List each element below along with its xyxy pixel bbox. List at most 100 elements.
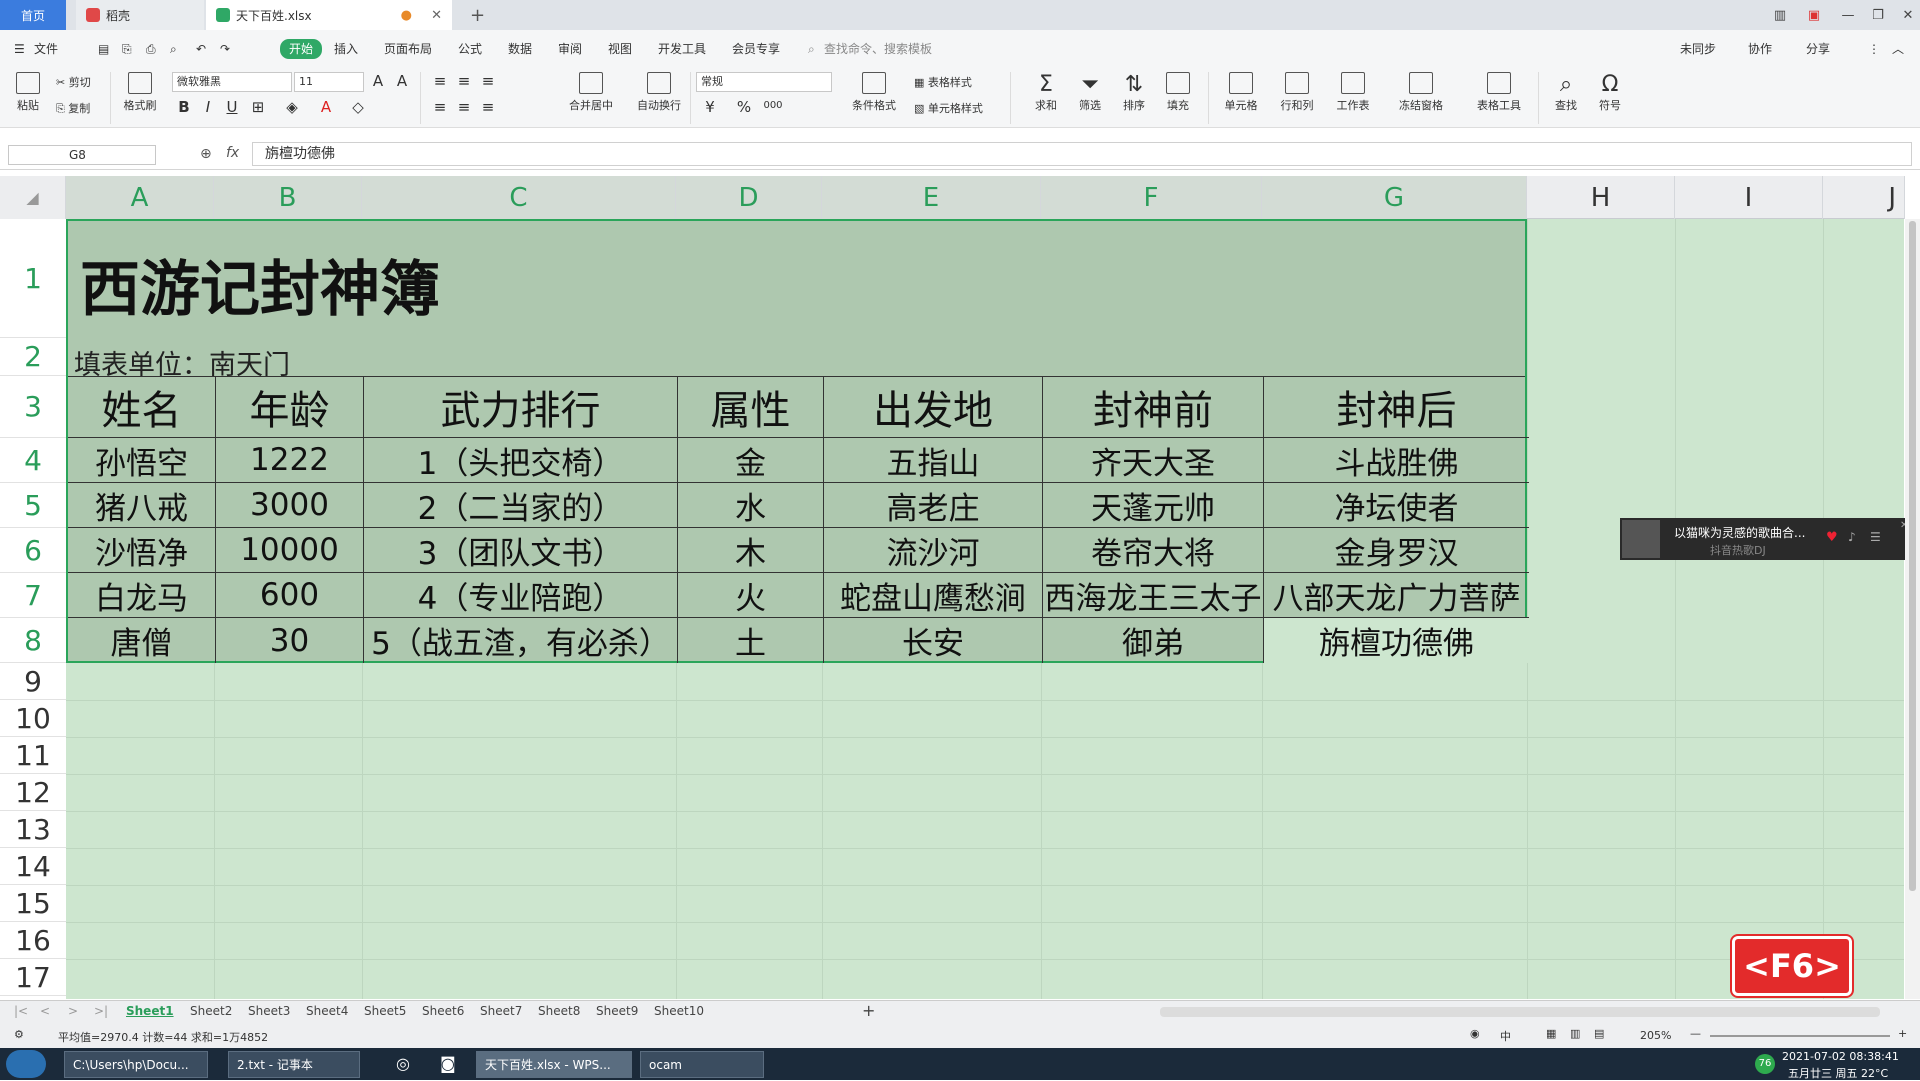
table-cell[interactable]: 天蓬元帅 bbox=[1043, 483, 1264, 528]
table-cell[interactable]: 净坛使者 bbox=[1264, 483, 1529, 528]
export-icon[interactable]: ⎘ bbox=[122, 40, 132, 58]
scroll-thumb[interactable] bbox=[1909, 221, 1916, 891]
chrome-icon[interactable]: ◎ bbox=[396, 1054, 410, 1073]
wrap-button[interactable]: 自动换行 bbox=[630, 72, 688, 113]
table-cell[interactable]: 2（二当家的） bbox=[364, 483, 678, 528]
formula-input[interactable]: 旃檀功德佛 bbox=[252, 142, 1912, 166]
preview-icon[interactable]: ⌕ bbox=[170, 40, 177, 58]
col-header-i[interactable]: I bbox=[1675, 176, 1823, 219]
table-cell[interactable]: 白龙马 bbox=[68, 573, 216, 618]
thousands-button[interactable]: 000 bbox=[760, 100, 786, 111]
name-box[interactable]: G8 bbox=[8, 145, 156, 165]
row-header-12[interactable]: 12 bbox=[0, 774, 66, 811]
table-cell[interactable]: 1222 bbox=[216, 438, 364, 483]
col-header-d[interactable]: D bbox=[676, 176, 822, 219]
bold-button[interactable]: B bbox=[174, 98, 194, 116]
table-header-cell[interactable]: 姓名 bbox=[68, 376, 216, 438]
underline-button[interactable]: U bbox=[222, 98, 242, 116]
row-header-11[interactable]: 11 bbox=[0, 737, 66, 774]
tab-home[interactable]: 首页 bbox=[0, 0, 66, 30]
security-badge[interactable]: 76 bbox=[1755, 1054, 1775, 1074]
rowcol-button[interactable]: 行和列 bbox=[1270, 72, 1324, 113]
shrink-font-icon[interactable]: A bbox=[392, 72, 412, 90]
menu-insert[interactable]: 插入 bbox=[334, 40, 358, 58]
row-header-10[interactable]: 10 bbox=[0, 700, 66, 737]
row-header-6[interactable]: 6 bbox=[0, 528, 66, 573]
sheet-tab-2[interactable]: Sheet2 bbox=[190, 1004, 232, 1018]
table-cell[interactable]: 齐天大圣 bbox=[1043, 438, 1264, 483]
prev-sheet-icon[interactable]: < bbox=[40, 1004, 50, 1018]
align-center-icon[interactable]: ≡ bbox=[454, 98, 474, 116]
menu-formula[interactable]: 公式 bbox=[458, 40, 482, 58]
table-cell[interactable]: 唐僧 bbox=[68, 618, 216, 663]
table-cell[interactable]: 4（专业陪跑） bbox=[364, 573, 678, 618]
start-button[interactable] bbox=[6, 1050, 46, 1078]
hamburger-icon[interactable]: ☰ bbox=[14, 40, 25, 58]
freeze-button[interactable]: 冻结窗格 bbox=[1390, 72, 1452, 113]
font-size-select[interactable]: 11 bbox=[294, 72, 364, 92]
sheet-tab-7[interactable]: Sheet7 bbox=[480, 1004, 522, 1018]
first-sheet-icon[interactable]: |< bbox=[14, 1004, 28, 1018]
table-cell[interactable]: 5（战五渣，有必杀） bbox=[364, 618, 678, 663]
sync-status[interactable]: 未同步 bbox=[1680, 40, 1716, 58]
table-cell[interactable]: 五指山 bbox=[824, 438, 1043, 483]
table-cell[interactable]: 1（头把交椅） bbox=[364, 438, 678, 483]
taskbar-notepad[interactable]: 2.txt - 记事本 bbox=[228, 1051, 360, 1078]
fx-button[interactable]: fx bbox=[226, 145, 239, 161]
menu-dev[interactable]: 开发工具 bbox=[658, 40, 706, 58]
align-middle-icon[interactable]: ≡ bbox=[454, 72, 474, 90]
volume-icon[interactable]: ♪ bbox=[1848, 530, 1856, 544]
playlist-icon[interactable]: ☰ bbox=[1870, 530, 1881, 544]
col-header-h[interactable]: H bbox=[1527, 176, 1675, 219]
table-cell[interactable]: 沙悟净 bbox=[68, 528, 216, 573]
table-cell[interactable]: 蛇盘山鹰愁涧 bbox=[824, 573, 1043, 618]
tab-file[interactable]: 天下百姓.xlsx ● ✕ bbox=[206, 0, 452, 30]
percent-button[interactable]: % bbox=[734, 98, 754, 116]
row-header-1[interactable]: 1 bbox=[0, 219, 66, 338]
cond-format-button[interactable]: 条件格式 bbox=[844, 72, 904, 113]
border-icon[interactable]: ⊞ bbox=[248, 98, 268, 116]
col-header-j[interactable]: J bbox=[1823, 176, 1905, 219]
fill-button[interactable]: 填充 bbox=[1156, 72, 1200, 113]
redo-icon[interactable]: ↷ bbox=[220, 40, 230, 58]
eye-protect-icon[interactable]: ◉ bbox=[1470, 1027, 1480, 1040]
table-cell[interactable]: 长安 bbox=[824, 618, 1043, 663]
menu-layout[interactable]: 页面布局 bbox=[384, 40, 432, 58]
clear-icon[interactable]: ◇ bbox=[348, 98, 368, 116]
command-search-input[interactable]: 查找命令、搜索模板 bbox=[824, 40, 932, 58]
collapse-ribbon-icon[interactable]: ︿ bbox=[1892, 40, 1904, 58]
copy-button[interactable]: ⎘ 复制 bbox=[56, 100, 90, 116]
row-header-17[interactable]: 17 bbox=[0, 959, 66, 996]
sheet-title[interactable]: 西游记封神簿 bbox=[80, 241, 440, 328]
table-style-button[interactable]: ▦ 表格样式 bbox=[914, 74, 972, 90]
table-cell[interactable]: 3000 bbox=[216, 483, 364, 528]
worksheet-button[interactable]: 工作表 bbox=[1326, 72, 1380, 113]
table-cell[interactable]: 金身罗汉 bbox=[1264, 528, 1529, 573]
heart-icon[interactable]: ♥ bbox=[1826, 530, 1838, 545]
symbol-button[interactable]: Ω 符号 bbox=[1590, 72, 1630, 113]
table-cell[interactable]: 金 bbox=[678, 438, 824, 483]
vertical-scrollbar[interactable] bbox=[1905, 219, 1920, 999]
input-lang-icon[interactable]: 中 bbox=[1500, 1028, 1511, 1044]
col-header-c[interactable]: C bbox=[362, 176, 676, 219]
menu-view[interactable]: 视图 bbox=[608, 40, 632, 58]
macro-icon[interactable]: ⚙ bbox=[14, 1028, 24, 1041]
filter-button[interactable]: ⏷ 筛选 bbox=[1068, 72, 1112, 113]
col-header-g[interactable]: G bbox=[1262, 176, 1527, 219]
sum-button[interactable]: Σ 求和 bbox=[1024, 72, 1068, 113]
paste-button[interactable]: 粘贴 bbox=[10, 72, 46, 113]
table-cell[interactable]: 旃檀功德佛 bbox=[1264, 618, 1529, 663]
table-header-cell[interactable]: 出发地 bbox=[824, 376, 1043, 438]
next-sheet-icon[interactable]: > bbox=[68, 1004, 78, 1018]
table-cell[interactable]: 3（团队文书） bbox=[364, 528, 678, 573]
tab-daoke[interactable]: 稻壳 bbox=[76, 0, 204, 30]
table-header-cell[interactable]: 武力排行 bbox=[364, 376, 678, 438]
merge-button[interactable]: 合并居中 bbox=[562, 72, 620, 113]
sheet-tab-10[interactable]: Sheet10 bbox=[654, 1004, 704, 1018]
table-tools-button[interactable]: 表格工具 bbox=[1468, 72, 1530, 113]
number-format-select[interactable]: 常规 bbox=[696, 72, 832, 92]
menu-review[interactable]: 审阅 bbox=[558, 40, 582, 58]
last-sheet-icon[interactable]: >| bbox=[94, 1004, 108, 1018]
table-cell[interactable]: 10000 bbox=[216, 528, 364, 573]
align-right-icon[interactable]: ≡ bbox=[478, 98, 498, 116]
